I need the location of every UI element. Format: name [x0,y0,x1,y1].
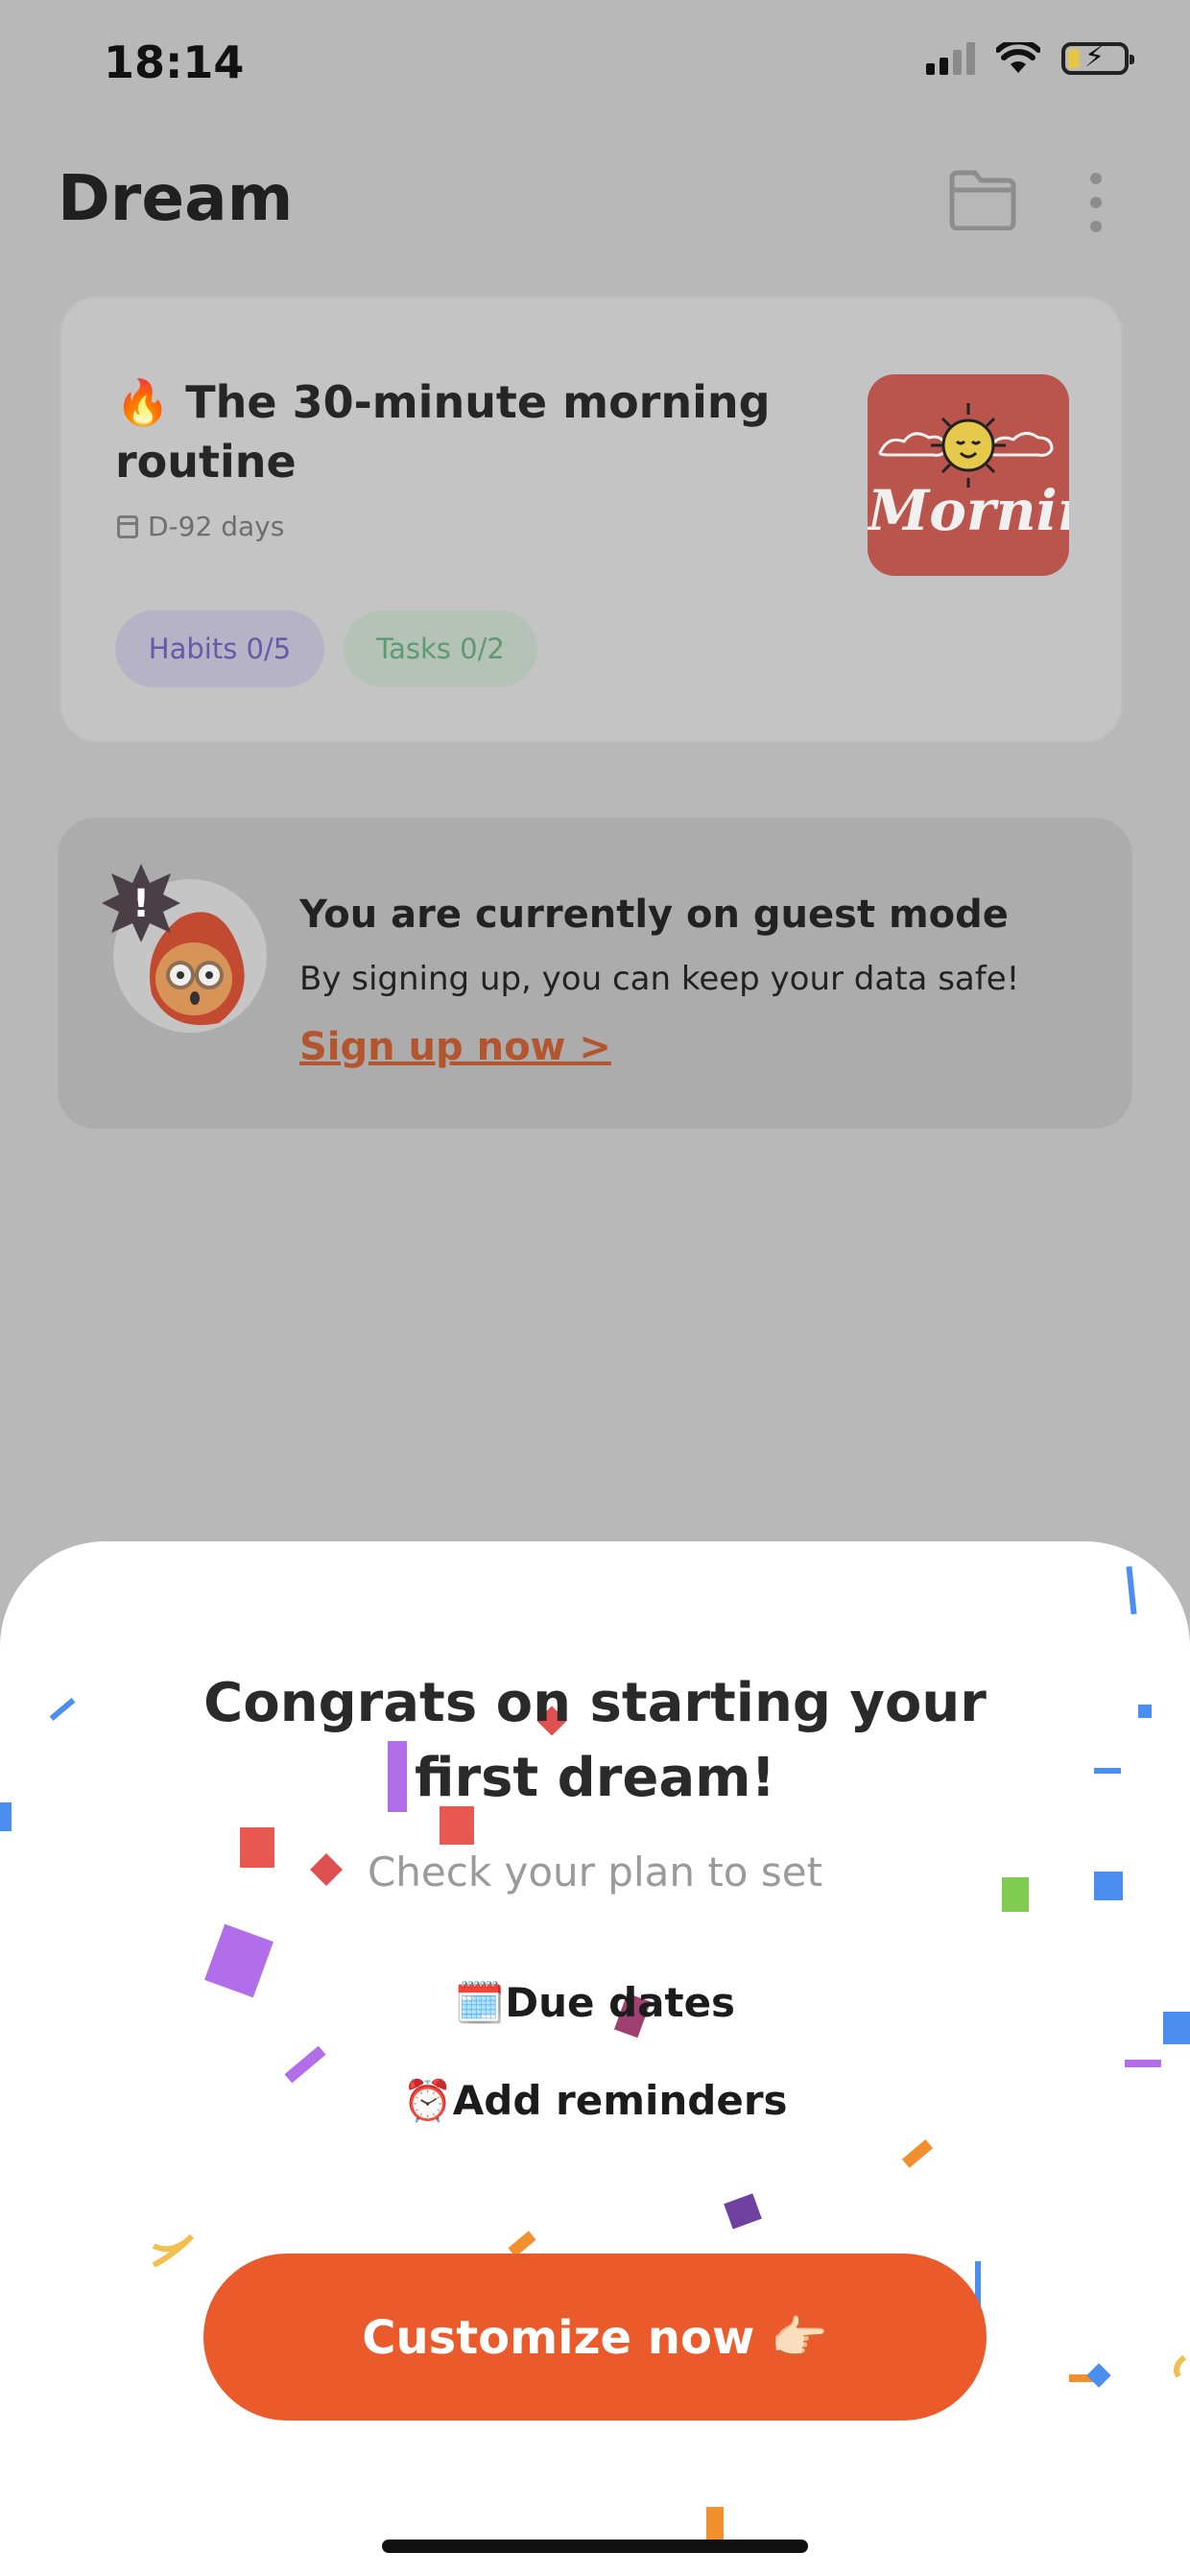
more-vertical-icon[interactable] [1084,171,1107,234]
cellular-signal-icon [926,42,975,75]
dream-due: D-92 days [117,511,284,542]
status-icons: ⚡ [926,40,1134,75]
dream-title: 🔥 The 30-minute morning routine [115,372,787,491]
sun-cloud-icon [878,403,1054,488]
dream-due-text: D-92 days [148,511,285,542]
alert-badge-text: ! [132,882,150,926]
calendar-icon: 🗓️ [454,1979,506,2026]
dream-title-text: The 30-minute morning routine [115,376,771,488]
guest-mode-description: By signing up, you can keep your data sa… [299,960,1020,998]
feature-label: Add reminders [452,2077,788,2124]
status-time: 18:14 [104,36,245,88]
congrats-subtitle: Check your plan to set [367,1849,823,1896]
guest-mode-title: You are currently on guest mode [299,893,1009,937]
alarm-clock-icon: ⏰ [402,2077,453,2124]
page-title: Dream [58,161,294,235]
folder-icon[interactable] [948,169,1017,230]
feature-reminders: ⏰Add reminders [0,2077,1190,2125]
thumbnail-text: Morning [868,478,1069,543]
congrats-title: Congrats on starting your first dream! [203,1672,987,1809]
customize-now-button[interactable]: Customize now 👉🏻 [203,2254,987,2421]
wifi-icon [996,42,1040,73]
tasks-badge[interactable]: Tasks 0/2 [344,610,537,687]
battery-icon: ⚡ [1061,40,1134,75]
feature-due-dates: 🗓️Due dates [0,1979,1190,2027]
habits-badge[interactable]: Habits 0/5 [115,610,324,687]
home-indicator [382,2540,808,2553]
sign-up-link[interactable]: Sign up now > [299,1025,611,1069]
feature-label: Due dates [505,1979,736,2026]
fire-icon: 🔥 [115,376,171,428]
alert-badge-icon: ! [102,864,180,942]
calendar-icon [117,514,138,538]
dream-thumbnail: Morning [868,374,1069,576]
